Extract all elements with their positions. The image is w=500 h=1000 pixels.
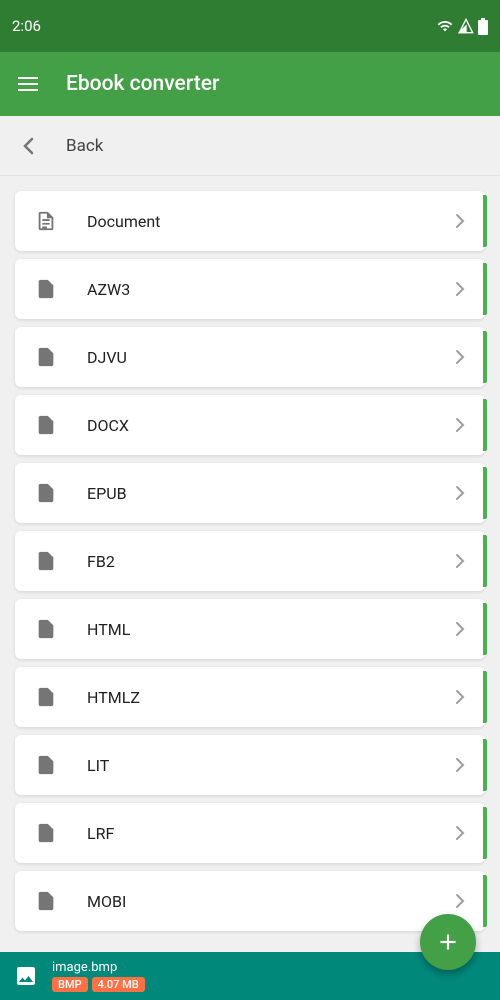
status-time: 2:06 (12, 17, 41, 35)
format-label: MOBI (87, 892, 455, 911)
add-button[interactable] (420, 914, 476, 970)
file-icon (35, 346, 57, 368)
back-bar[interactable]: Back (0, 116, 500, 176)
menu-button[interactable] (18, 77, 38, 91)
format-item-lrf[interactable]: LRF (15, 803, 485, 863)
format-item-html[interactable]: HTML (15, 599, 485, 659)
format-label: HTML (87, 620, 455, 639)
format-badge: BMP (52, 977, 88, 992)
format-label: DJVU (87, 348, 455, 367)
back-label: Back (66, 136, 103, 156)
file-icon (35, 754, 57, 776)
format-item-lit[interactable]: LIT (15, 735, 485, 795)
app-bar: Ebook converter (0, 52, 500, 116)
chevron-right-icon (455, 689, 465, 705)
chevron-right-icon (455, 621, 465, 637)
filename: image.bmp (52, 960, 145, 975)
format-label: LIT (87, 756, 455, 775)
format-item-docx[interactable]: DOCX (15, 395, 485, 455)
status-bar: 2:06 (0, 0, 500, 52)
format-label: LRF (87, 824, 455, 843)
badges: BMP 4.07 MB (52, 977, 145, 992)
plus-icon (435, 929, 461, 955)
format-item-mobi[interactable]: MOBI (15, 871, 485, 931)
format-item-epub[interactable]: EPUB (15, 463, 485, 523)
chevron-left-icon (22, 137, 34, 155)
format-item-azw3[interactable]: AZW3 (15, 259, 485, 319)
chevron-right-icon (455, 281, 465, 297)
image-icon (14, 964, 38, 988)
format-label: DOCX (87, 416, 455, 435)
file-icon (35, 890, 57, 912)
chevron-right-icon (455, 825, 465, 841)
format-item-djvu[interactable]: DJVU (15, 327, 485, 387)
file-icon (35, 414, 57, 436)
chevron-right-icon (455, 757, 465, 773)
file-icon (35, 482, 57, 504)
document-icon (35, 210, 57, 232)
app-title: Ebook converter (66, 72, 219, 96)
chevron-right-icon (455, 417, 465, 433)
wifi-icon (436, 18, 454, 34)
chevron-right-icon (455, 213, 465, 229)
chevron-right-icon (455, 553, 465, 569)
format-label: FB2 (87, 552, 455, 571)
file-icon (35, 686, 57, 708)
battery-icon (478, 18, 488, 35)
format-label: EPUB (87, 484, 455, 503)
bottom-info: image.bmp BMP 4.07 MB (52, 960, 145, 992)
format-label: HTMLZ (87, 688, 455, 707)
chevron-right-icon (455, 349, 465, 365)
file-icon (35, 550, 57, 572)
format-label: Document (87, 212, 455, 231)
format-item-fb2[interactable]: FB2 (15, 531, 485, 591)
format-list: Document AZW3 DJVU DOCX (0, 176, 500, 952)
format-item-htmlz[interactable]: HTMLZ (15, 667, 485, 727)
size-badge: 4.07 MB (92, 977, 145, 992)
chevron-right-icon (455, 485, 465, 501)
file-icon (35, 278, 57, 300)
chevron-right-icon (455, 893, 465, 909)
status-icons (436, 18, 488, 35)
format-label: AZW3 (87, 280, 455, 299)
signal-icon (458, 18, 474, 34)
file-icon (35, 618, 57, 640)
format-item-document[interactable]: Document (15, 191, 485, 251)
file-icon (35, 822, 57, 844)
